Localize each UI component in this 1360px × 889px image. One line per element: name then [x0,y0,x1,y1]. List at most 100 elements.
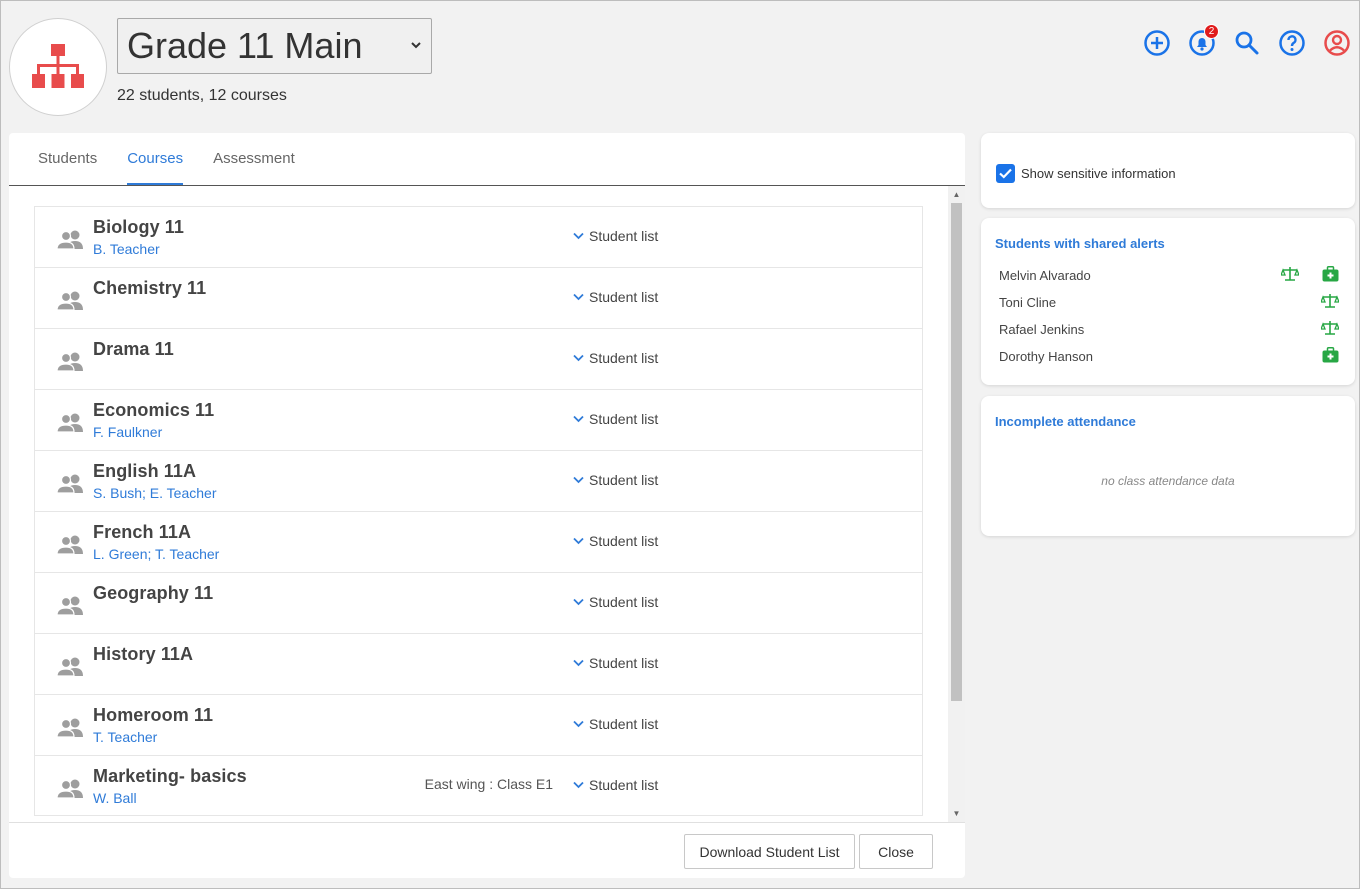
sensitive-info-label: Show sensitive information [1021,166,1176,181]
shared-alerts-title: Students with shared alerts [995,236,1165,251]
student-list-toggle[interactable]: Student list [573,350,658,366]
sensitive-info-checkbox[interactable] [996,164,1015,183]
group-select[interactable]: Grade 11 Main [117,18,432,74]
notifications-button[interactable]: 2 [1188,24,1219,57]
course-teacher[interactable]: W. Ball [93,790,137,806]
search-button[interactable] [1233,29,1261,57]
course-row: Homeroom 11 T. Teacher Student list [34,694,923,755]
course-row: Geography 11 Student list [34,572,923,633]
chevron-down-icon [573,720,584,728]
help-button[interactable] [1278,29,1306,57]
alert-icon-wrap[interactable] [1322,347,1339,366]
student-list-label: Student list [589,411,659,427]
alert-icons [1320,320,1340,339]
student-list-toggle[interactable]: Student list [573,716,658,732]
course-name[interactable]: Homeroom 11 [93,705,213,726]
group-people-icon [57,779,83,798]
download-student-list-button[interactable]: Download Student List [684,834,855,869]
sensitive-info-card: Show sensitive information [981,133,1355,208]
course-row: Chemistry 11 Student list [34,267,923,328]
scale-icon [1320,321,1340,335]
student-list-toggle[interactable]: Student list [573,777,658,793]
alert-icon-wrap[interactable] [1320,320,1340,339]
course-name[interactable]: Geography 11 [93,583,213,604]
student-list-label: Student list [589,472,659,488]
alert-student-row: Rafael Jenkins [999,320,1340,342]
alert-student-name[interactable]: Toni Cline [999,295,1056,310]
scale-icon [1320,294,1340,308]
alert-student-row: Dorothy Hanson [999,347,1339,369]
course-name[interactable]: English 11A [93,461,196,482]
alert-student-name[interactable]: Rafael Jenkins [999,322,1084,337]
course-name[interactable]: Marketing- basics [93,766,247,787]
panel-footer: Download Student List Close [9,822,965,878]
alert-student-name[interactable]: Melvin Alvarado [999,268,1091,283]
course-row: French 11A L. Green; T. Teacher Student li… [34,511,923,572]
course-name[interactable]: Economics 11 [93,400,214,421]
alert-student-name[interactable]: Dorothy Hanson [999,349,1093,364]
student-list-toggle[interactable]: Student list [573,228,658,244]
course-row: History 11A Student list [34,633,923,694]
scroll-up-arrow[interactable]: ▲ [948,186,965,203]
course-teacher[interactable]: L. Green; T. Teacher [93,546,219,562]
chevron-down-icon [573,232,584,240]
chevron-down-icon [573,476,584,484]
chevron-down-icon [573,293,584,301]
course-name[interactable]: Chemistry 11 [93,278,206,299]
student-list-label: Student list [589,594,659,610]
student-list-toggle[interactable]: Student list [573,655,658,671]
group-people-icon [57,657,83,676]
course-name[interactable]: Biology 11 [93,217,184,238]
student-list-label: Student list [589,350,659,366]
alert-icon-wrap[interactable] [1320,293,1340,312]
sensitive-info-toggle[interactable]: Show sensitive information [996,164,1176,183]
chevron-down-icon [573,537,584,545]
student-list-label: Student list [589,716,659,732]
group-people-icon [57,352,83,371]
search-icon [1235,31,1259,55]
student-list-label: Student list [589,655,659,671]
close-button[interactable]: Close [859,834,933,869]
attendance-empty-text: no class attendance data [1101,474,1235,488]
group-people-icon [57,596,83,615]
student-list-toggle[interactable]: Student list [573,594,658,610]
alert-icon-wrap[interactable] [1280,266,1300,285]
group-people-icon [57,413,83,432]
courses-panel: Students Courses Assessment Biology 11 B.… [9,133,965,878]
student-list-toggle[interactable]: Student list [573,533,658,549]
chevron-down-icon [411,42,421,49]
course-teacher[interactable]: B. Teacher [93,241,160,257]
group-people-icon [57,718,83,737]
notification-count-badge: 2 [1204,24,1219,39]
tab-students[interactable]: Students [38,150,97,185]
course-list: Biology 11 B. Teacher Student list Chemistr… [34,206,923,816]
group-people-icon [57,474,83,493]
tab-courses[interactable]: Courses [127,150,184,185]
tab-assessment[interactable]: Assessment [213,150,295,185]
student-list-toggle[interactable]: Student list [573,472,658,488]
course-teacher[interactable]: S. Bush; E. Teacher [93,485,216,501]
alert-icon-wrap[interactable] [1322,266,1339,285]
scroll-thumb[interactable] [951,203,962,701]
profile-button[interactable] [1323,29,1351,57]
chevron-down-icon [573,659,584,667]
student-list-toggle[interactable]: Student list [573,289,658,305]
help-icon [1279,30,1305,56]
course-teacher[interactable]: F. Faulkner [93,424,162,440]
student-list-toggle[interactable]: Student list [573,411,658,427]
scroll-down-arrow[interactable]: ▼ [948,805,965,822]
course-teacher[interactable]: T. Teacher [93,729,157,745]
course-row: English 11A S. Bush; E. Teacher Student li… [34,450,923,511]
group-summary: 22 students, 12 courses [117,87,287,104]
add-button[interactable] [1143,29,1171,57]
scrollbar[interactable]: ▲ ▼ [948,186,965,822]
top-toolbar: 2 [1143,24,1351,57]
group-people-icon [57,230,83,249]
course-row: Drama 11 Student list [34,328,923,389]
course-name[interactable]: Drama 11 [93,339,174,360]
course-name[interactable]: History 11A [93,644,193,665]
course-row: Marketing- basics W. Ball East wing : Clas… [34,755,923,816]
student-list-label: Student list [589,228,659,244]
group-people-icon [57,535,83,554]
course-name[interactable]: French 11A [93,522,191,543]
